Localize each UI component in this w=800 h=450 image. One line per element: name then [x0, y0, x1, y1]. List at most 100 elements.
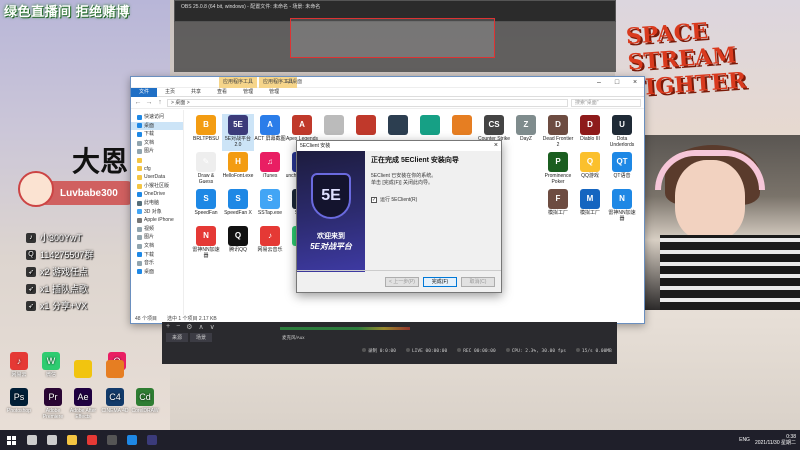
search-input[interactable]: 搜索"桌面" — [571, 98, 641, 107]
desktop-shortcut[interactable]: Ae Adobe After Effects — [66, 388, 100, 420]
taskbar-app[interactable] — [82, 430, 102, 450]
back-button[interactable]: < 上一步(P) — [385, 276, 419, 287]
nav-item[interactable]: 桌面 — [131, 121, 183, 131]
minimize-icon[interactable]: – — [590, 77, 608, 88]
taskbar-app[interactable] — [42, 430, 62, 450]
file-item[interactable]: U Dota Underlords — [606, 114, 638, 151]
input-method-indicator[interactable]: ENG — [739, 437, 750, 443]
file-item[interactable]: P Prominence Poker — [542, 151, 574, 188]
file-item[interactable]: N 雷神NN加速器 — [606, 188, 638, 225]
file-item[interactable]: D Dead Frontier 2 — [542, 114, 574, 151]
file-item[interactable]: Q 腾讯QQ — [222, 225, 254, 262]
app-tools-tab[interactable]: 应用程序工具 — [219, 77, 258, 88]
close-icon[interactable]: × — [626, 77, 644, 88]
back-arrow-icon[interactable]: ← — [134, 99, 142, 106]
file-item[interactable]: 5E 5E对战平台2.0 — [222, 114, 254, 151]
desktop-shortcut[interactable]: W 微信 — [34, 352, 68, 378]
file-item[interactable]: A ACT 屏幕截图 — [254, 114, 286, 151]
remove-icon[interactable]: − — [176, 323, 180, 330]
file-item[interactable]: S SSTap.exe — [254, 188, 286, 225]
ribbon-tab-manage[interactable]: 管理 — [261, 88, 287, 97]
status-dot-icon — [575, 348, 580, 352]
file-item[interactable]: N 雷神NN加速器 — [190, 225, 222, 262]
file-item[interactable]: ✎ Draw & Guess — [190, 151, 222, 188]
forward-arrow-icon[interactable]: → — [145, 99, 153, 106]
nav-item[interactable]: 视频 — [131, 225, 183, 234]
file-item[interactable]: S SpeedFan — [190, 188, 222, 225]
obs-stat: CPU: 2.3%, 30.00 fps — [505, 348, 566, 354]
nav-item[interactable]: 文档 — [131, 242, 183, 251]
file-item[interactable]: Q QQ游戏 — [574, 151, 606, 188]
start-button[interactable] — [0, 430, 22, 450]
ribbon-tab-file[interactable]: 文件 — [131, 87, 158, 97]
ribbon-tab-view[interactable]: 查看 — [209, 88, 235, 97]
file-item[interactable]: D Diablo III — [574, 114, 606, 151]
file-label: Prominence Poker — [544, 173, 572, 185]
taskbar-app[interactable] — [22, 430, 42, 450]
file-item[interactable]: S SpeedFan X — [222, 188, 254, 225]
cancel-button[interactable]: 取消(C) — [461, 276, 495, 287]
move-down-icon[interactable]: ∨ — [210, 323, 215, 331]
nav-item[interactable]: UserData — [131, 173, 183, 182]
nav-item[interactable]: 图片 — [131, 147, 183, 156]
close-icon[interactable]: × — [494, 141, 498, 151]
installer-dialog: 5EClient 安装 × 5E 欢迎来到 5E对战平台 正在完成 5EClie… — [296, 140, 502, 293]
move-up-icon[interactable]: ∧ — [198, 323, 203, 331]
ribbon-tab-home[interactable]: 主页 — [157, 88, 183, 97]
settings-icon[interactable]: ⚙ — [186, 323, 192, 331]
desktop-shortcut[interactable]: Pr Adobe Premiere — [36, 388, 70, 420]
nav-item[interactable]: 快速访问 — [131, 113, 183, 122]
nav-item[interactable]: 下载 — [131, 130, 183, 139]
file-item[interactable]: ♪ 网易云音乐 — [254, 225, 286, 262]
taskbar-app[interactable] — [102, 430, 122, 450]
nav-item[interactable]: OneDrive — [131, 190, 183, 199]
up-arrow-icon[interactable]: ↑ — [156, 99, 164, 106]
file-item[interactable] — [510, 188, 542, 225]
nav-item[interactable]: 此电脑 — [131, 199, 183, 208]
taskbar: ENG 0:38 2021/11/30 星期二 — [0, 430, 800, 450]
desktop-shortcut[interactable]: Cd CorelDRAW — [128, 388, 162, 414]
nav-item[interactable]: 下载 — [131, 251, 183, 260]
nav-item[interactable]: cfg — [131, 165, 183, 174]
file-item[interactable]: M 模拟工厂 — [574, 188, 606, 225]
finish-button[interactable]: 完成(F) — [423, 276, 457, 287]
file-item[interactable]: ♫ iTunes — [254, 151, 286, 188]
desktop-shortcut[interactable] — [98, 360, 132, 380]
file-item[interactable]: QT QT语音 — [606, 151, 638, 188]
nav-item[interactable]: 3D 对象 — [131, 208, 183, 217]
file-item[interactable]: B BRLTPBSU — [190, 114, 222, 151]
obs-preview-selection — [290, 18, 495, 58]
desktop-shortcut[interactable]: ♪ 网易云 — [2, 352, 36, 378]
desktop-shortcut[interactable]: C4 CINEMA 4D — [98, 388, 132, 414]
nav-item[interactable]: 音乐 — [131, 259, 183, 268]
file-item[interactable]: H HelloFont.exe — [222, 151, 254, 188]
nav-item[interactable]: 图片 — [131, 233, 183, 242]
nav-item[interactable] — [131, 156, 183, 165]
tab-scenes[interactable]: 场景 — [190, 333, 213, 342]
run-checkbox[interactable]: ✓ — [371, 196, 377, 203]
add-icon[interactable]: + — [166, 323, 170, 330]
tab-sources[interactable]: 来源 — [166, 333, 189, 342]
nav-item[interactable]: 桌面 — [131, 268, 183, 277]
ribbon-tab-share[interactable]: 共享 — [183, 88, 209, 97]
clock[interactable]: 0:38 2021/11/30 星期二 — [755, 434, 796, 446]
taskbar-app[interactable] — [122, 430, 142, 450]
maximize-icon[interactable]: □ — [608, 77, 626, 88]
file-item[interactable] — [510, 151, 542, 188]
file-icon: Q — [228, 226, 248, 246]
ribbon-tab-manage[interactable]: 管理 — [235, 88, 261, 97]
nav-item[interactable]: 文档 — [131, 139, 183, 148]
nav-item[interactable]: 小猴社区版 — [131, 182, 183, 191]
file-item[interactable]: Z DayZ — [510, 114, 542, 151]
stream-info-text: x2 游戏任点 — [40, 267, 89, 277]
file-icon: A — [260, 115, 280, 135]
nav-item[interactable]: Apple iPhone — [131, 216, 183, 225]
desktop-shortcut[interactable]: Ps Photoshop — [2, 388, 36, 414]
taskbar-app[interactable] — [62, 430, 82, 450]
run-checkbox-row[interactable]: ✓ 运行 5EClient(R) — [371, 196, 499, 203]
file-item[interactable]: F 模拟工厂 — [542, 188, 574, 225]
address-path[interactable]: > 桌面 > — [167, 98, 568, 107]
file-icon: D — [580, 115, 600, 135]
desktop-shortcut[interactable] — [66, 360, 100, 380]
taskbar-app[interactable] — [142, 430, 162, 450]
